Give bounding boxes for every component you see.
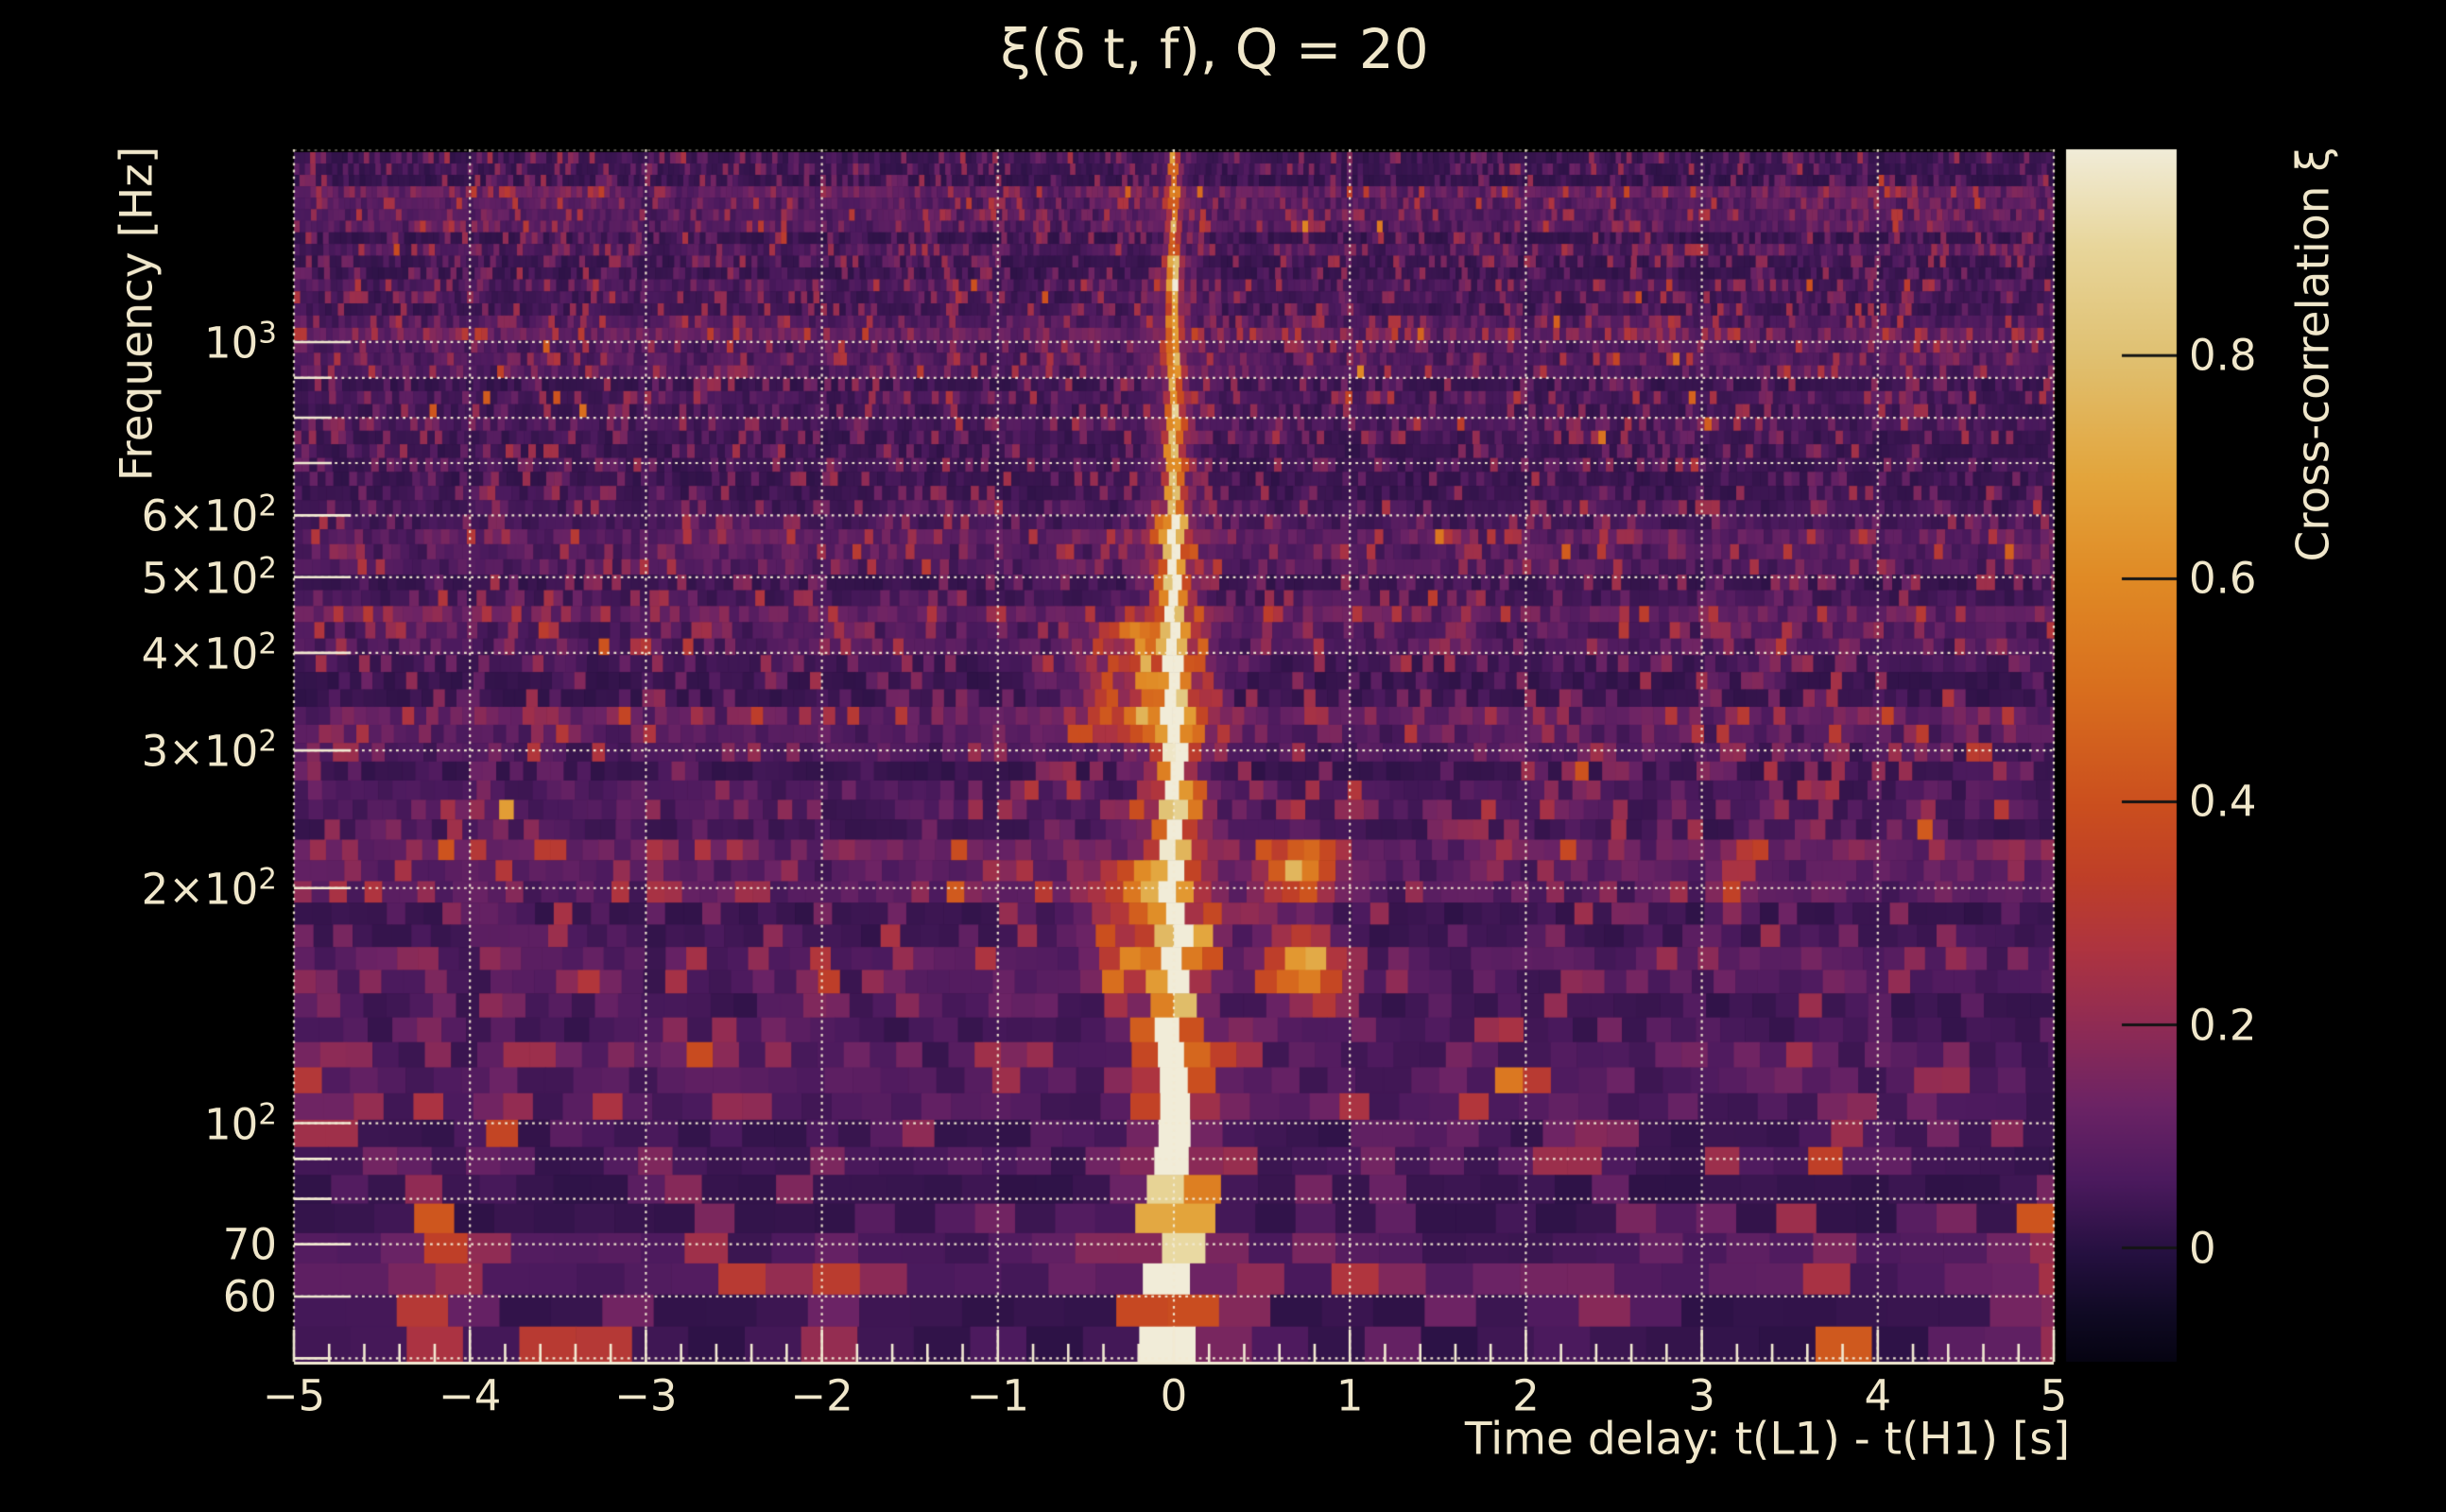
figure: ξ(δ t, f), Q = 20 Frequency [Hz] Time de… [0,0,2446,1512]
y-tick-label: 3×102 [141,724,277,777]
x-tick-label: −2 [790,1370,853,1421]
colorbar-tick-label: 0.2 [2189,1000,2257,1051]
y-tick-label: 6×102 [141,489,277,541]
x-tick-label: −3 [614,1370,678,1421]
chart-title: ξ(δ t, f), Q = 20 [1000,17,1429,81]
colorbar-tick-label: 0.6 [2189,553,2257,604]
colorbar-tick-label: 0 [2189,1223,2216,1274]
colorbar-label: Cross-correlation ξ [2287,146,2340,562]
y-tick-label: 5×102 [141,551,277,604]
x-tick-label: 2 [1512,1370,1540,1421]
y-tick-label: 2×102 [141,862,277,915]
y-tick-label: 4×102 [141,627,277,679]
x-tick-label: −4 [439,1370,502,1421]
x-tick-label: 5 [2040,1370,2068,1421]
x-tick-label: 3 [1688,1370,1715,1421]
x-tick-label: −1 [966,1370,1029,1421]
colorbar-tick-label: 0.4 [2189,776,2257,827]
y-tick-label: 70 [222,1219,277,1270]
y-tick-label: 102 [204,1097,277,1150]
x-axis-label: Time delay: t(L1) - t(H1) [s] [1464,1413,2071,1466]
spectrogram-canvas [0,0,2446,1512]
x-tick-label: 0 [1160,1370,1188,1421]
y-axis-label: Frequency [Hz] [111,146,164,482]
x-tick-label: −5 [262,1370,326,1421]
x-tick-label: 1 [1335,1370,1364,1421]
y-tick-label: 103 [204,316,277,369]
y-tick-label: 60 [222,1271,277,1322]
colorbar-tick-label: 0.8 [2189,330,2257,381]
x-tick-label: 4 [1864,1370,1892,1421]
